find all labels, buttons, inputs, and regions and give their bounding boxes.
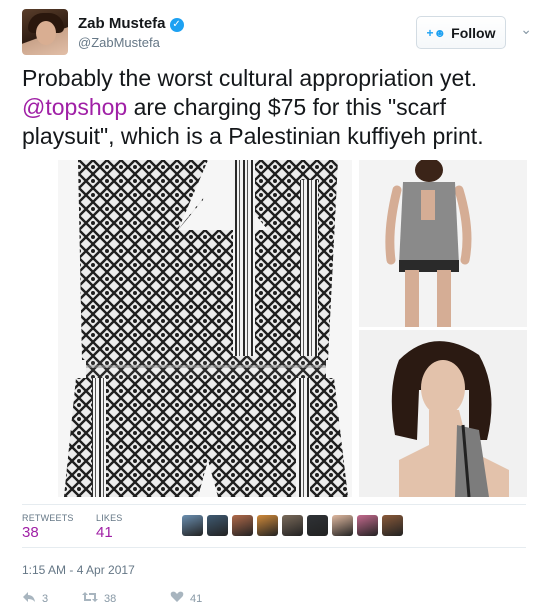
likes-stat[interactable]: LIKES 41	[96, 513, 123, 541]
liker-avatar[interactable]	[382, 515, 403, 536]
liker-avatar[interactable]	[282, 515, 303, 536]
liker-avatar[interactable]	[207, 515, 228, 536]
like-count: 41	[190, 592, 203, 605]
liker-avatar[interactable]	[232, 515, 253, 536]
retweets-stat[interactable]: RETWEETS 38	[22, 513, 74, 541]
display-name-text[interactable]: Zab Mustefa	[78, 15, 166, 32]
reply-button[interactable]: 3	[22, 591, 48, 606]
tweet-text: Probably the worst cultural appropriatio…	[22, 64, 534, 151]
heart-icon	[170, 591, 184, 606]
media-photo-portrait[interactable]	[359, 330, 527, 497]
media-photo-back[interactable]	[359, 160, 527, 327]
reply-count: 3	[42, 592, 49, 605]
display-name[interactable]: Zab Mustefa ✓	[78, 15, 184, 32]
liker-avatar[interactable]	[357, 515, 378, 536]
media-grid	[58, 160, 527, 497]
follow-button[interactable]: +☻ Follow	[416, 16, 506, 49]
model-back-photo	[359, 160, 527, 327]
tweet-header: Zab Mustefa ✓ @ZabMustefa +☻ Follow ⌄	[22, 9, 534, 55]
liker-avatar[interactable]	[182, 515, 203, 536]
tweet-timestamp[interactable]: 1:15 AM - 4 Apr 2017	[22, 563, 135, 577]
follow-button-label: Follow	[451, 24, 496, 41]
retweet-icon	[82, 591, 98, 606]
mention-link[interactable]: @topshop	[22, 94, 127, 120]
follow-user-icon: +☻	[426, 25, 447, 40]
tweet-actions: 3 38 41	[22, 591, 322, 607]
like-button[interactable]: 41	[170, 591, 202, 606]
playsuit-photo	[58, 160, 352, 497]
chevron-down-icon[interactable]: ⌄	[520, 21, 532, 38]
retweets-label: RETWEETS	[22, 513, 74, 523]
liker-avatar[interactable]	[332, 515, 353, 536]
liker-avatar[interactable]	[307, 515, 328, 536]
retweet-count: 38	[104, 592, 117, 605]
likes-label: LIKES	[96, 513, 123, 523]
likes-count: 41	[96, 524, 113, 541]
media-photo-main[interactable]	[58, 160, 352, 497]
user-handle[interactable]: @ZabMustefa	[78, 35, 160, 50]
avatar[interactable]	[22, 9, 68, 55]
retweets-count: 38	[22, 524, 39, 541]
model-portrait-photo	[359, 330, 527, 497]
reply-icon	[22, 591, 36, 606]
liker-avatar[interactable]	[257, 515, 278, 536]
verified-badge-icon: ✓	[169, 18, 184, 32]
liker-avatars	[182, 515, 403, 536]
engagement-stats: RETWEETS 38 LIKES 41	[22, 504, 526, 548]
tweet-text-start: Probably the worst cultural appropriatio…	[22, 65, 478, 91]
retweet-button[interactable]: 38	[82, 591, 116, 606]
